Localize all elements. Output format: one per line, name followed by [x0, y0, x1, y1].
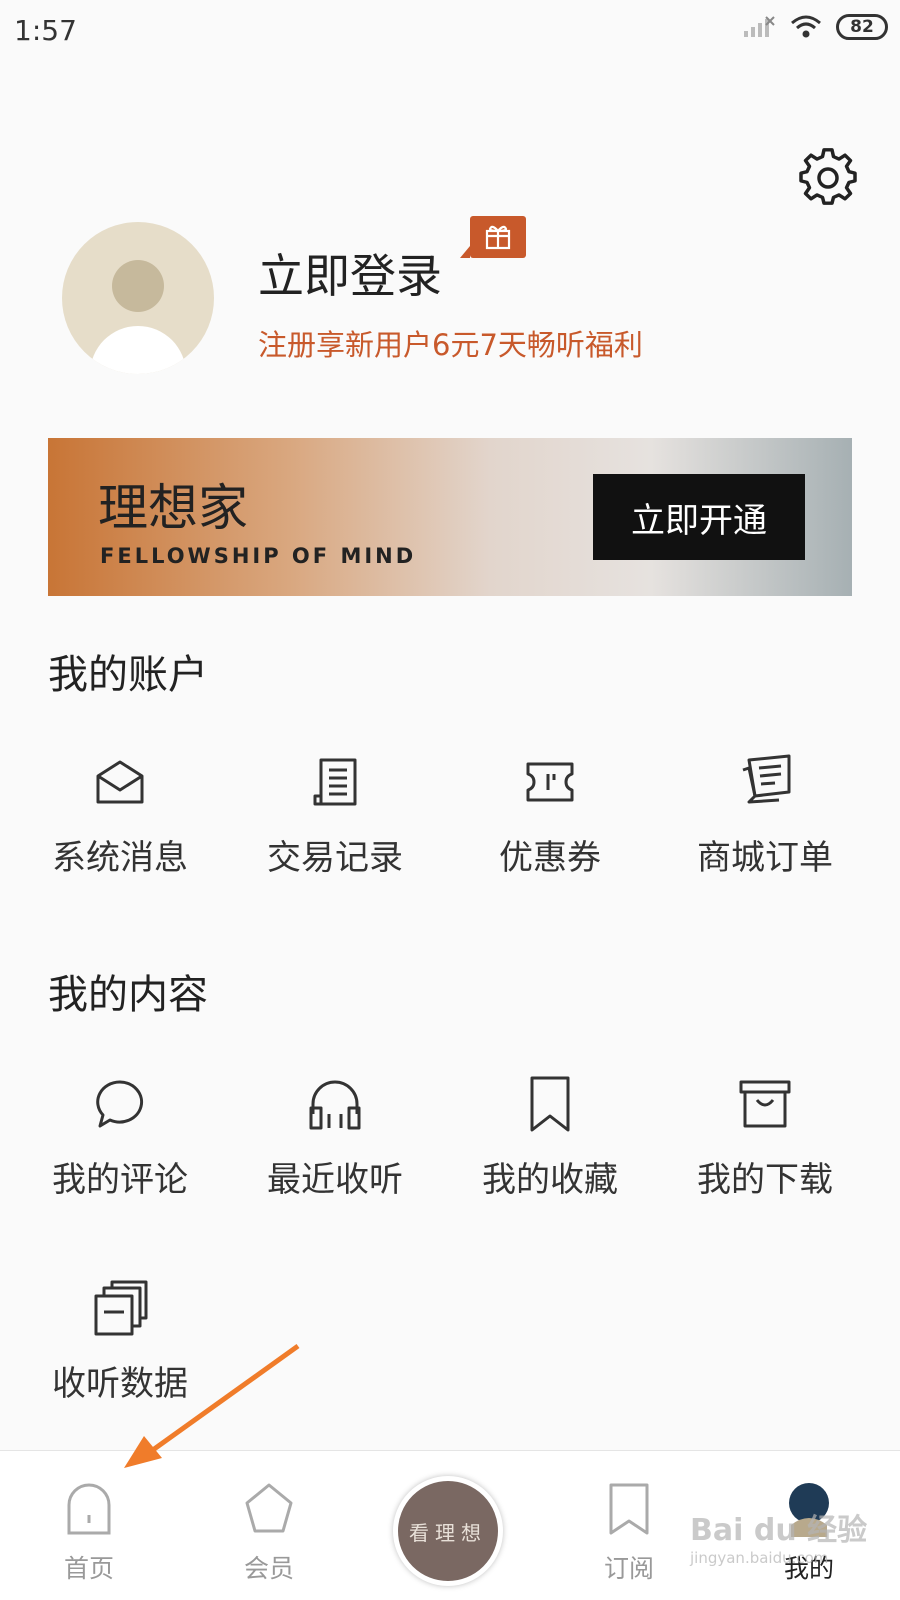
my-downloads-item[interactable]: 我的下载	[665, 1074, 865, 1214]
bookmark-icon	[530, 1076, 570, 1132]
watermark-url: jingyan.baidu.com	[690, 1549, 829, 1567]
battery-indicator: 82	[836, 14, 888, 40]
home-icon	[67, 1483, 111, 1535]
watermark: Bai du 经验 jingyan.baidu.com	[690, 1505, 867, 1567]
status-icons: 82	[742, 14, 888, 40]
coupons-item[interactable]: 优惠券	[450, 752, 650, 892]
vip-open-button[interactable]: 立即开通	[593, 474, 805, 560]
my-favorites-label: 我的收藏	[482, 1160, 618, 1200]
vip-banner[interactable]: 理想家 FELLOWSHIP OF MIND 立即开通	[48, 438, 852, 596]
my-comments-item[interactable]: 我的评论	[20, 1074, 220, 1214]
avatar[interactable]	[62, 222, 214, 374]
login-title[interactable]: 立即登录	[258, 240, 442, 306]
order-list-icon	[742, 754, 791, 804]
pentagon-icon	[245, 1483, 293, 1533]
comment-icon	[96, 1080, 144, 1128]
stats-icon	[94, 1280, 148, 1336]
avatar-body	[90, 326, 186, 374]
ticket-icon	[526, 762, 574, 802]
watermark-logo: Bai du 经验	[690, 1513, 868, 1548]
download-box-icon	[739, 1080, 791, 1128]
vip-subtitle: FELLOWSHIP OF MIND	[100, 544, 417, 568]
bookmark-tab-icon	[609, 1483, 649, 1535]
my-comments-label: 我的评论	[52, 1160, 188, 1200]
transaction-records-label: 交易记录	[267, 838, 403, 878]
login-subtitle: 注册享新用户6元7天畅听福利	[258, 328, 643, 362]
recent-listening-label: 最近收听	[267, 1160, 403, 1200]
listening-stats-label: 收听数据	[52, 1364, 188, 1404]
settings-button[interactable]	[798, 148, 858, 208]
avatar-head	[112, 260, 164, 312]
system-messages-label: 系统消息	[52, 838, 188, 878]
gift-badge	[460, 216, 526, 258]
coupons-label: 优惠券	[499, 838, 601, 878]
content-section-title: 我的内容	[48, 972, 208, 1018]
envelope-icon	[96, 760, 144, 804]
tab-home[interactable]: 首页	[14, 1451, 164, 1600]
status-bar: 1:57 82	[0, 0, 900, 60]
signal-icon	[744, 16, 775, 37]
gear-icon	[799, 148, 857, 205]
tab-home-label: 首页	[63, 1554, 114, 1583]
gift-icon	[485, 225, 511, 250]
center-watch-button[interactable]: 看理想	[393, 1476, 503, 1586]
my-downloads-label: 我的下载	[697, 1160, 833, 1200]
status-time: 1:57	[14, 14, 77, 47]
wifi-icon	[791, 15, 821, 38]
tab-subscribe[interactable]: 订阅	[554, 1451, 704, 1600]
account-section-title: 我的账户	[48, 652, 208, 698]
listening-stats-item[interactable]: 收听数据	[20, 1278, 220, 1418]
tab-member[interactable]: 会员	[194, 1451, 344, 1600]
mall-orders-item[interactable]: 商城订单	[665, 752, 865, 892]
tab-subscribe-label: 订阅	[603, 1554, 654, 1583]
recent-listening-item[interactable]: 最近收听	[235, 1074, 435, 1214]
my-favorites-item[interactable]: 我的收藏	[450, 1074, 650, 1214]
system-messages-item[interactable]: 系统消息	[20, 752, 220, 892]
headphones-icon	[309, 1080, 361, 1130]
transaction-records-item[interactable]: 交易记录	[235, 752, 435, 892]
mall-orders-label: 商城订单	[697, 838, 833, 878]
profile-area[interactable]: 立即登录 注册享新用户6元7天畅听福利	[0, 210, 900, 380]
receipt-icon	[313, 758, 357, 806]
vip-title: 理想家	[98, 479, 248, 537]
tab-member-label: 会员	[243, 1554, 294, 1583]
